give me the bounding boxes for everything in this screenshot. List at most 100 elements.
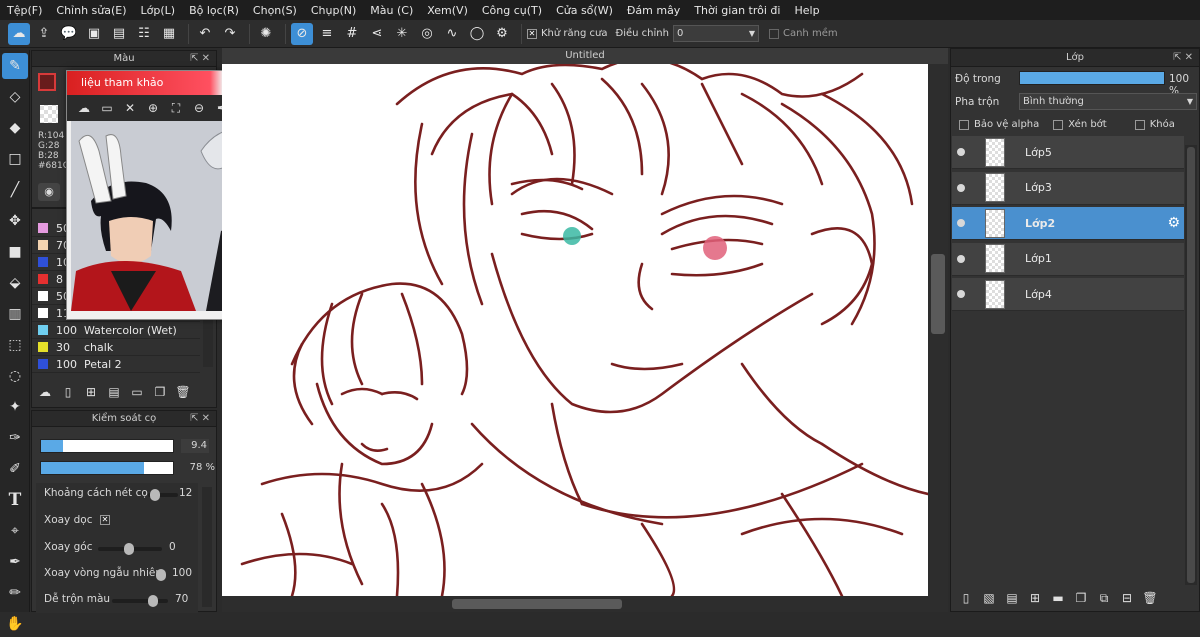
menu-filter[interactable]: Bộ lọc(R) bbox=[182, 4, 246, 17]
random-rotation-slider[interactable] bbox=[156, 569, 166, 581]
menu-edit[interactable]: Chỉnh sửa(E) bbox=[49, 4, 133, 17]
folder-icon[interactable]: ▭ bbox=[128, 383, 146, 401]
brush-size-value[interactable]: 9.4 bbox=[181, 439, 209, 453]
antialias-checkbox[interactable]: ✕ bbox=[527, 28, 537, 39]
vertical-scroll-thumb[interactable] bbox=[931, 254, 945, 334]
grid-icon[interactable]: ▦ bbox=[158, 23, 180, 45]
panel-close-icon[interactable]: ⇱ ✕ bbox=[190, 51, 210, 67]
spacing-slider[interactable] bbox=[148, 489, 178, 501]
menu-help[interactable]: Help bbox=[787, 4, 826, 17]
brush-list-item[interactable]: 30 chalk bbox=[32, 339, 200, 356]
close-icon[interactable]: ✕ bbox=[121, 99, 139, 117]
foreground-color-swatch[interactable] bbox=[38, 73, 56, 91]
circle-snap-icon[interactable]: ◎ bbox=[416, 23, 438, 45]
new-halftone-layer-icon[interactable]: ▧ bbox=[980, 589, 998, 607]
duplicate-icon[interactable]: ❐ bbox=[151, 383, 169, 401]
gradient-tool-icon[interactable]: ▥ bbox=[2, 301, 28, 327]
brush-properties-icon[interactable]: ▤ bbox=[105, 383, 123, 401]
zoom-in-icon[interactable]: ⊕ bbox=[144, 99, 162, 117]
line-tool-icon[interactable]: ╱ bbox=[2, 177, 28, 203]
angle-slider[interactable] bbox=[98, 543, 162, 555]
visibility-eye-icon[interactable] bbox=[957, 290, 965, 298]
menu-timelapse[interactable]: Thời gian trôi đi bbox=[687, 4, 787, 17]
fill-rect-tool-icon[interactable]: ■ bbox=[2, 239, 28, 265]
lock-checkbox[interactable] bbox=[1134, 119, 1145, 130]
open-folder-icon[interactable]: ▭ bbox=[98, 99, 116, 117]
cloud-icon[interactable]: ☁ bbox=[75, 99, 93, 117]
menu-color[interactable]: Màu (C) bbox=[363, 4, 420, 17]
layer-row[interactable]: Lớp1 bbox=[952, 242, 1184, 276]
menu-layer[interactable]: Lớp(L) bbox=[134, 4, 183, 17]
merge-layer-icon[interactable]: ⧉ bbox=[1095, 589, 1113, 607]
drawing-canvas[interactable] bbox=[222, 64, 928, 596]
blend-slider[interactable] bbox=[112, 595, 168, 607]
settings-gear-icon[interactable]: ⚙ bbox=[491, 23, 513, 45]
magic-wand-tool-icon[interactable]: ✦ bbox=[2, 394, 28, 420]
visibility-eye-icon[interactable] bbox=[957, 254, 965, 263]
protect-alpha-checkbox[interactable] bbox=[959, 119, 969, 130]
redo-icon[interactable]: ↷ bbox=[219, 23, 241, 45]
layer-row[interactable]: Lớp5 bbox=[952, 136, 1184, 169]
menu-file[interactable]: Tệp(F) bbox=[0, 4, 49, 17]
background-color-swatch[interactable] bbox=[40, 105, 58, 123]
menu-capture[interactable]: Chụp(N) bbox=[304, 4, 363, 17]
menu-tools[interactable]: Công cụ(T) bbox=[475, 4, 549, 17]
new-layer-icon[interactable]: ▯ bbox=[957, 589, 975, 607]
blur-tool-icon[interactable]: ◆ bbox=[2, 115, 28, 141]
menu-select[interactable]: Chọn(S) bbox=[246, 4, 304, 17]
save-icon[interactable]: ▣ bbox=[83, 23, 105, 45]
brush-list-item[interactable]: 100 Petal 2 bbox=[32, 356, 200, 373]
menu-view[interactable]: Xem(V) bbox=[420, 4, 475, 17]
bucket-tool-icon[interactable]: ⬙ bbox=[2, 270, 28, 296]
text-tool-icon[interactable]: T bbox=[2, 487, 28, 513]
menu-window[interactable]: Cửa sổ(W) bbox=[549, 4, 620, 17]
eraser-tool-icon[interactable]: ◇ bbox=[2, 84, 28, 110]
curve-snap-icon[interactable]: ∿ bbox=[441, 23, 463, 45]
cloud-brush-icon[interactable]: ☁ bbox=[36, 383, 54, 401]
clip-checkbox[interactable] bbox=[1053, 119, 1064, 130]
hand-tool-icon[interactable]: ✋ bbox=[2, 611, 28, 637]
frame-tool-icon[interactable]: ⌖ bbox=[2, 518, 28, 544]
pen-tool-icon[interactable]: ✏ bbox=[2, 580, 28, 606]
zoom-out-icon[interactable]: ⊖ bbox=[190, 99, 208, 117]
ellipse-snap-icon[interactable]: ◯ bbox=[466, 23, 488, 45]
select-pen-tool-icon[interactable]: ✑ bbox=[2, 425, 28, 451]
delete-layer-icon[interactable]: 🗑 bbox=[1141, 589, 1159, 607]
select-eraser-tool-icon[interactable]: ✐ bbox=[2, 456, 28, 482]
add-brush-icon[interactable]: ⊞ bbox=[82, 383, 100, 401]
menu-cloud[interactable]: Đám mây bbox=[620, 4, 687, 17]
eyedropper-tool-icon[interactable]: ✒ bbox=[2, 549, 28, 575]
visibility-eye-icon[interactable] bbox=[957, 219, 965, 227]
perspective-snap-icon[interactable]: ⋖ bbox=[366, 23, 388, 45]
layer-row[interactable]: Lớp2 ⚙ bbox=[952, 207, 1184, 240]
brush-settings-scrollbar[interactable] bbox=[202, 487, 212, 607]
layer-row[interactable]: Lớp3 bbox=[952, 171, 1184, 205]
visibility-eye-icon[interactable] bbox=[957, 148, 965, 156]
new-brush-icon[interactable]: ▯ bbox=[59, 383, 77, 401]
parallel-snap-icon[interactable]: ≡ bbox=[316, 23, 338, 45]
visibility-eye-icon[interactable] bbox=[957, 183, 965, 192]
rectangle-tool-icon[interactable]: □ bbox=[2, 146, 28, 172]
trash-icon[interactable]: 🗑 bbox=[174, 383, 192, 401]
adjust-select[interactable]: 0 ▼ bbox=[672, 25, 759, 42]
brush-list-item[interactable]: 100 Watercolor (Wet) bbox=[32, 322, 200, 339]
clear-layer-icon[interactable]: ⊟ bbox=[1118, 589, 1136, 607]
panel-close-icon[interactable]: ⇱ ✕ bbox=[190, 411, 210, 427]
panel-close-icon[interactable]: ⇱ ✕ bbox=[1173, 49, 1193, 67]
chat-icon[interactable]: 💬 bbox=[58, 23, 80, 45]
lasso-tool-icon[interactable]: ◌ bbox=[2, 363, 28, 389]
layer-row[interactable]: Lớp4 bbox=[952, 278, 1184, 311]
move-tool-icon[interactable]: ✥ bbox=[2, 208, 28, 234]
document-icon[interactable]: ▤ bbox=[108, 23, 130, 45]
brush-tool-icon[interactable]: ✎ bbox=[2, 53, 28, 79]
select-tool-icon[interactable]: ⬚ bbox=[2, 332, 28, 358]
grid-snap-icon[interactable]: # bbox=[341, 23, 363, 45]
layer-folder-icon[interactable]: ▬ bbox=[1049, 589, 1067, 607]
brush-size-bar[interactable] bbox=[40, 439, 174, 453]
snap-checkbox[interactable] bbox=[768, 28, 779, 39]
loading-icon[interactable]: ✺ bbox=[255, 23, 277, 45]
brush-opacity-bar[interactable] bbox=[40, 461, 174, 475]
layer-list-scrollbar[interactable] bbox=[1185, 145, 1197, 585]
cloud-icon[interactable]: ☁ bbox=[8, 22, 30, 45]
radial-snap-icon[interactable]: ✳ bbox=[391, 23, 413, 45]
